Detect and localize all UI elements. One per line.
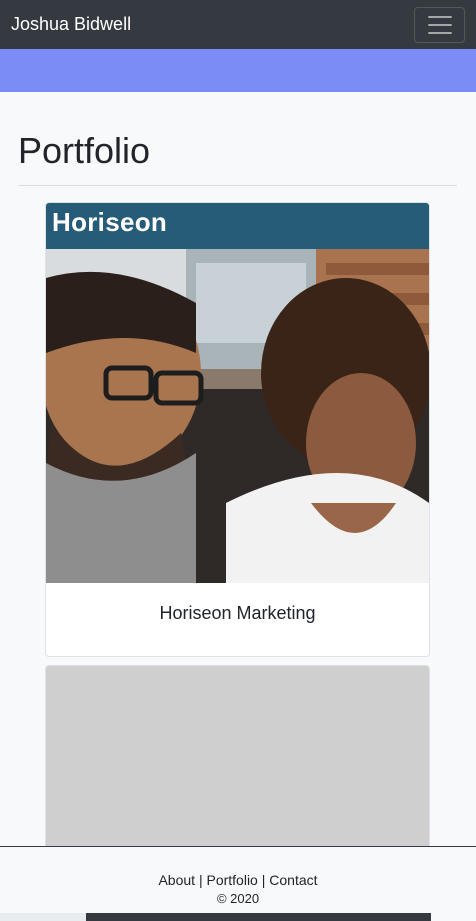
- card-title[interactable]: Horiseon Marketing: [46, 603, 429, 624]
- hamburger-icon-line: [427, 31, 452, 34]
- footer: About | Portfolio | Contact © 2020: [0, 846, 476, 921]
- hamburger-menu-button[interactable]: [414, 6, 465, 43]
- hamburger-icon-line: [427, 15, 452, 18]
- footer-link-contact[interactable]: Contact: [269, 872, 317, 888]
- portfolio-card-placeholder[interactable]: [45, 665, 430, 847]
- scrollbar-thumb[interactable]: [86, 913, 431, 921]
- card-image-placeholder[interactable]: [46, 666, 429, 847]
- main-content: Portfolio Horiseon Horiseon Marketing: [0, 92, 476, 847]
- copyright: © 2020: [216, 891, 260, 906]
- horiseon-photo: [46, 203, 429, 583]
- brand-link[interactable]: Joshua Bidwell: [11, 14, 131, 35]
- hamburger-icon-line: [427, 23, 452, 26]
- portfolio-card-horiseon[interactable]: Horiseon Horiseon Marketing: [45, 202, 430, 657]
- card-image-horiseon[interactable]: Horiseon: [46, 203, 429, 583]
- card-banner-text: Horiseon: [52, 207, 168, 237]
- scrollbar-track: [0, 913, 86, 921]
- page-title: Portfolio: [18, 130, 151, 171]
- footer-link-about[interactable]: About: [158, 872, 195, 888]
- footer-separator: |: [261, 872, 266, 888]
- navbar: Joshua Bidwell: [0, 0, 476, 49]
- footer-links: About | Portfolio | Contact: [0, 872, 476, 888]
- footer-separator: |: [198, 872, 203, 888]
- title-divider: [18, 185, 457, 186]
- footer-link-portfolio[interactable]: Portfolio: [206, 872, 257, 888]
- hero-banner: [0, 49, 476, 92]
